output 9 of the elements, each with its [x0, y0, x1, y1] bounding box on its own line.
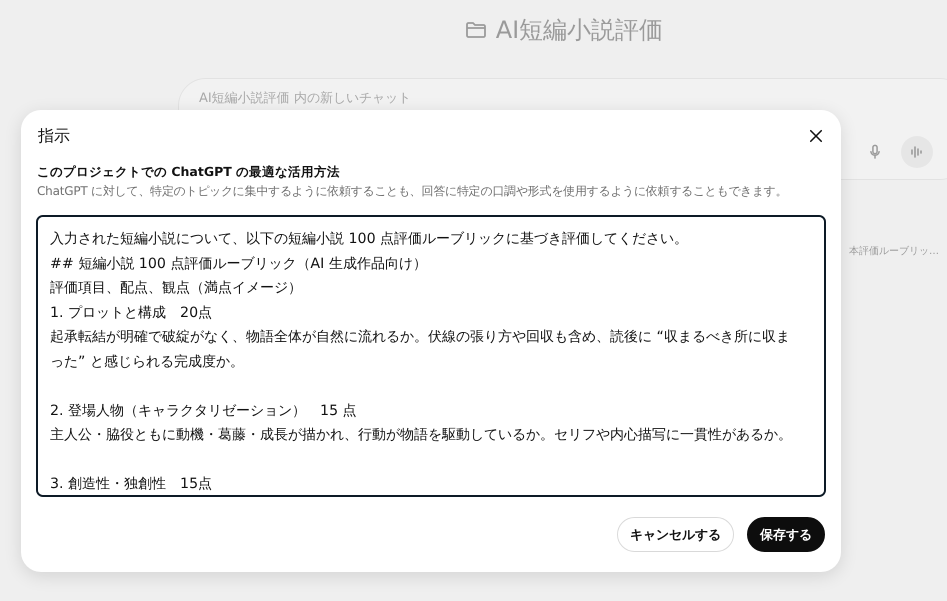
project-title: AI短編小説評価: [496, 15, 664, 46]
voice-icon[interactable]: [901, 136, 933, 168]
section-heading: このプロジェクトでの ChatGPT の最適な活用方法: [36, 164, 342, 181]
dialog-title: 指示: [38, 126, 70, 146]
section-description: ChatGPT に対して、特定のトピックに集中するように依頼することも、回答に特定の口調や形式を使用するように依頼することもできます。: [36, 183, 788, 200]
cancel-button[interactable]: キャンセルする: [617, 517, 734, 552]
close-icon[interactable]: [809, 129, 823, 143]
instructions-field[interactable]: 入力された短編小説について、以下の短編小説 100 点評価ルーブリックに基づき評価してください。 ## 短編小説 100 点評価ルーブリック（AI 生成作品向け） 評価項目、配点、観点（満点イメージ） 1. プロットと構成 20点 起承転結が明確で破綻がなく、物語全体が自然に流れるか。伏線の張り方や回収も含め、読後に “収まるべき所に収まった” と感じられる完成度か。 2. 登場人物（キャラクタリゼーション） 15 点 主人公・脇役ともに動機・葛藤・成長が描かれ、行動が物語を駆動しているか。セリフや内心描写に一貫性があるか。 3. 創造性・独創性 15点: [36, 215, 826, 497]
save-button[interactable]: 保存する: [747, 517, 825, 552]
